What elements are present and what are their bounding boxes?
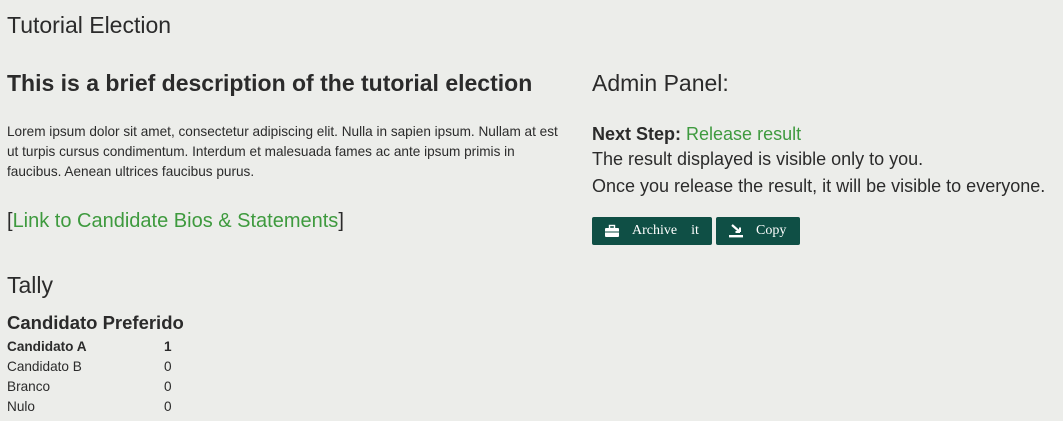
tally-table: Candidato A 1 Candidato B 0 Branco 0 Nul… (7, 336, 172, 416)
description-heading-bold: tutorial election (361, 70, 533, 96)
visibility-info: The result displayed is visible only to … (592, 149, 924, 169)
copy-button-label: Copy (756, 223, 787, 238)
archive-button-label: Archive it (632, 223, 699, 238)
description-body: Lorem ipsum dolor sit amet, consectetur … (7, 124, 558, 179)
copy-button[interactable]: Copy (716, 217, 800, 245)
candidate-votes: 0 (164, 378, 172, 394)
release-info: Once you release the result, it will be … (592, 176, 1046, 196)
candidate-votes: 0 (164, 358, 172, 374)
archive-button[interactable]: Archive it (592, 217, 712, 245)
question-title: Candidato Preferido (7, 312, 184, 333)
description-heading: This is a brief description of the tutor… (7, 68, 567, 98)
next-step-value: Release result (686, 124, 802, 144)
candidate-votes: 0 (164, 398, 172, 414)
admin-panel-title: Admin Panel: (592, 70, 729, 96)
next-step: Next Step: Release result (592, 122, 1062, 146)
page-title: Tutorial Election (7, 12, 172, 38)
description-heading-prefix: This is a brief description of the (7, 70, 361, 96)
candidate-name: Candidato A (7, 338, 87, 354)
bios-link-line: [Link to Candidate Bios & Statements] (7, 208, 567, 234)
table-row: Candidato B 0 (7, 356, 172, 376)
tally-title: Tally (7, 272, 54, 298)
table-row: Branco 0 (7, 376, 172, 396)
table-row: Candidato A 1 (7, 336, 172, 356)
candidate-name: Branco (7, 378, 51, 394)
bios-bracket-close: ] (338, 210, 344, 232)
candidate-name: Nulo (7, 398, 35, 414)
candidate-bios-link[interactable]: Link to Candidate Bios & Statements (13, 210, 339, 232)
admin-actions: Archive it Copy (592, 217, 800, 245)
description-section: This is a brief description of the tutor… (7, 68, 567, 234)
next-step-label: Next Step: (592, 124, 682, 144)
download-tray-icon (729, 224, 743, 238)
candidate-votes: 1 (164, 338, 172, 354)
admin-panel: Admin Panel: Next Step: Release result T… (592, 68, 1062, 200)
table-row: Nulo 0 (7, 396, 172, 416)
candidate-name: Candidato B (7, 358, 82, 374)
briefcase-icon (605, 224, 619, 237)
